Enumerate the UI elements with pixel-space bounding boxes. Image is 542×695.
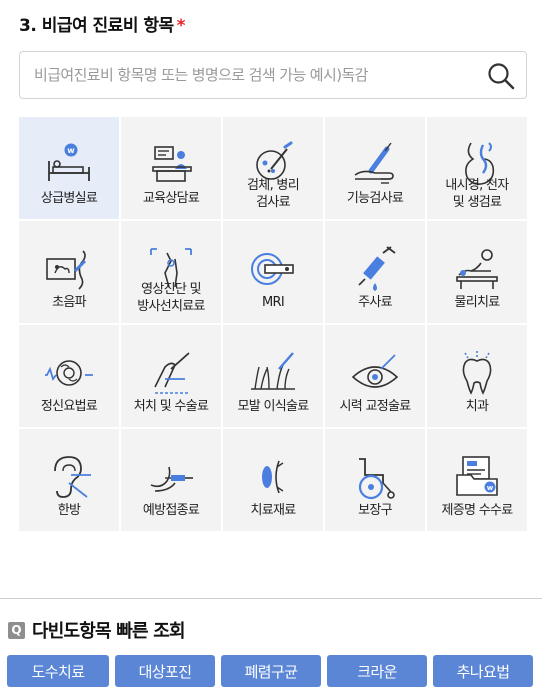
quick-button-pneumococcal[interactable]: 폐렴구균 xyxy=(221,655,321,687)
category-grid: w 상급병실료 교육상담료 검체, 병리 검사료 기능검사료 내시경, 천자 및… xyxy=(19,117,527,531)
category-item-vision[interactable]: 시력 교정술료 xyxy=(325,325,425,427)
search-box xyxy=(19,51,527,99)
svg-text:w: w xyxy=(67,146,75,155)
eye-laser-icon xyxy=(351,354,399,388)
ultrasound-icon xyxy=(46,250,87,290)
lens-material-icon xyxy=(262,460,284,494)
section-title-text: 3. 비급여 진료비 항목 xyxy=(19,16,174,36)
category-label: 치료재료 xyxy=(250,503,296,518)
section-divider xyxy=(0,598,542,599)
hospital-bed-icon: w xyxy=(48,143,90,181)
category-label: 교육상담료 xyxy=(142,191,200,206)
quick-button-manual-therapy[interactable]: 도수치료 xyxy=(7,655,109,687)
category-label: 한방 xyxy=(57,503,81,518)
category-item-surgery[interactable]: 처치 및 수술료 xyxy=(121,325,221,427)
category-item-function-test[interactable]: 기능검사료 xyxy=(325,117,425,219)
category-item-physical-therapy[interactable]: 물리치료 xyxy=(427,221,527,323)
category-label: 물리치료 xyxy=(454,295,500,310)
category-label: 모발 이식술료 xyxy=(237,399,310,414)
category-item-material[interactable]: 치료재료 xyxy=(223,429,323,531)
category-item-counseling[interactable]: 교육상담료 xyxy=(121,117,221,219)
search-input[interactable] xyxy=(20,52,480,98)
quick-button-shingles[interactable]: 대상포진 xyxy=(115,655,215,687)
category-item-imaging[interactable]: 영상진단 및 방사선치료료 xyxy=(121,221,221,323)
quick-lookup-title: 다빈도항목 빠른 조회 xyxy=(32,621,186,642)
category-item-vaccination[interactable]: 예방접종료 xyxy=(121,429,221,531)
wheelchair-icon xyxy=(358,458,395,500)
category-label: 기능검사료 xyxy=(346,191,404,206)
physical-therapy-icon xyxy=(456,249,498,289)
brain-pulse-icon xyxy=(45,360,93,386)
tooth-icon xyxy=(462,351,492,395)
category-label: 예방접종료 xyxy=(142,503,200,518)
category-label: 보장구 xyxy=(358,503,392,518)
category-item-assistive[interactable]: 보장구 xyxy=(325,429,425,531)
category-item-psychotherapy[interactable]: 정신요법료 xyxy=(19,325,119,427)
svg-text:w: w xyxy=(487,484,494,492)
category-item-hair-transplant[interactable]: 모발 이식술료 xyxy=(223,325,323,427)
q-badge-icon: Q xyxy=(8,621,25,639)
ear-acupuncture-icon xyxy=(54,456,91,498)
quick-button-crown[interactable]: 크라운 xyxy=(327,655,427,687)
category-item-oriental[interactable]: 한방 xyxy=(19,429,119,531)
category-label: 내시경, 천자 및 생검료 xyxy=(445,178,509,210)
category-label: 처치 및 수술료 xyxy=(133,399,209,414)
category-item-injection[interactable]: 주사료 xyxy=(325,221,425,323)
category-label: 검체, 병리 검사료 xyxy=(247,178,300,210)
quick-lookup-buttons: 도수치료 대상포진 폐렴구균 크라운 추나요법 xyxy=(7,655,533,687)
scalpel-hand-icon xyxy=(154,352,190,394)
category-label: 제증명 수수료 xyxy=(441,503,514,518)
vaccine-arm-icon xyxy=(150,466,193,492)
search-button[interactable] xyxy=(486,61,516,91)
category-label: 영상진단 및 방사선치료료 xyxy=(137,282,205,314)
category-label: 정신요법료 xyxy=(40,399,98,414)
certificate-folder-icon: w xyxy=(456,456,498,496)
search-icon xyxy=(488,63,515,90)
quick-lookup-heading: Q 다빈도항목 빠른 조회 xyxy=(8,617,186,643)
category-label: 상급병실료 xyxy=(40,191,98,206)
category-label: 초음파 xyxy=(52,295,86,310)
category-item-ultrasound[interactable]: 초음파 xyxy=(19,221,119,323)
category-label: 주사료 xyxy=(358,295,392,310)
counseling-desk-icon xyxy=(152,146,192,182)
category-label: 치과 xyxy=(465,399,489,414)
category-item-certificate[interactable]: w 제증명 수수료 xyxy=(427,429,527,531)
required-mark: * xyxy=(176,16,186,36)
category-item-endoscope[interactable]: 내시경, 천자 및 생검료 xyxy=(427,117,527,219)
category-item-mri[interactable]: MRI xyxy=(223,221,323,323)
category-label: MRI xyxy=(262,295,285,310)
quick-button-chuna[interactable]: 추나요법 xyxy=(433,655,533,687)
category-item-specimen[interactable]: 검체, 병리 검사료 xyxy=(223,117,323,219)
syringe-icon xyxy=(358,246,396,291)
category-item-dental[interactable]: 치과 xyxy=(427,325,527,427)
section-title: 3. 비급여 진료비 항목 * xyxy=(19,11,186,36)
category-label: 시력 교정술료 xyxy=(339,399,412,414)
category-item-room[interactable]: w 상급병실료 xyxy=(19,117,119,219)
mri-machine-icon xyxy=(251,253,294,285)
hair-transplant-icon xyxy=(251,352,295,390)
arm-injection-icon xyxy=(354,142,394,184)
